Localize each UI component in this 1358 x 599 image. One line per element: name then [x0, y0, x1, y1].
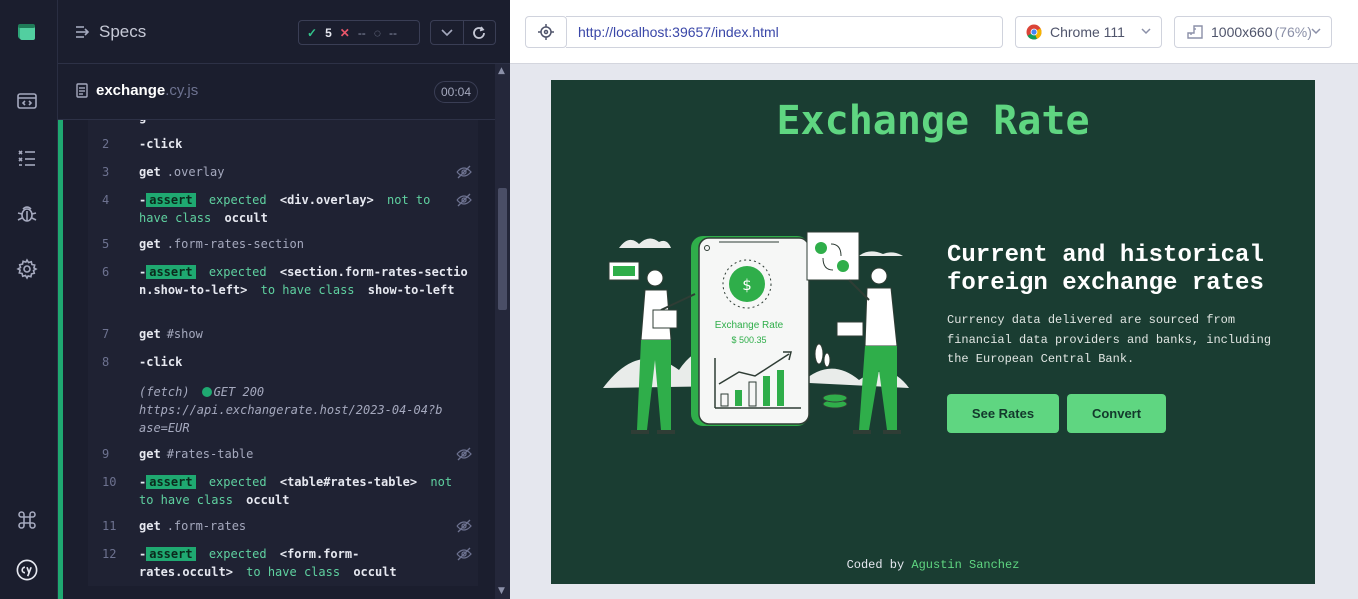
browser-select[interactable]: Chrome 111	[1015, 16, 1162, 48]
spec-file-ext: .cy.js	[165, 82, 199, 99]
passed-count: 5	[325, 25, 332, 40]
author-link[interactable]: Agustin Sanchez	[911, 558, 1019, 572]
chevron-down-icon	[1141, 28, 1151, 35]
spec-file-name: exchange	[96, 82, 166, 99]
check-icon: ✓	[307, 25, 318, 40]
run-stats: ✓ 5 ✕ -- ◌ --	[298, 20, 420, 45]
browser-name: Chrome 111	[1050, 24, 1125, 40]
status-dot-icon	[201, 387, 212, 397]
specs-list-icon[interactable]	[13, 143, 41, 171]
selector-playground-button[interactable]	[525, 16, 567, 48]
app-footer: Coded by Agustin Sanchez	[551, 558, 1315, 572]
app-logo-icon[interactable]	[13, 18, 41, 46]
app-title: Exchange Rate	[776, 98, 1090, 144]
svg-text:$: $	[742, 276, 752, 294]
eye-slash-icon	[456, 447, 472, 461]
header-controls	[430, 20, 496, 45]
failed-count: --	[357, 25, 366, 40]
keyboard-shortcuts-icon[interactable]	[13, 506, 41, 534]
eye-slash-icon	[456, 547, 472, 561]
exchange-illustration: $ Exchange Rate $ 500.35	[603, 231, 909, 434]
command-log: g 2 -click 3 get.overlay 4 -assert expec…	[58, 120, 498, 599]
eye-slash-icon	[456, 165, 472, 179]
spec-file-row: exchange.cy.js 00:04	[58, 64, 510, 120]
hero-heading: Current and historical foreign exchange …	[947, 242, 1264, 297]
chrome-icon	[1026, 24, 1042, 40]
app-preview: http://localhost:39657/index.html Chrome…	[510, 0, 1358, 599]
debug-bug-icon[interactable]	[13, 199, 41, 227]
convert-button[interactable]: Convert	[1067, 394, 1166, 433]
cross-icon: ✕	[339, 25, 350, 40]
crosshair-icon	[538, 24, 554, 40]
scroll-down-icon[interactable]: ▼	[498, 586, 505, 596]
pending-spinner-icon: ◌	[373, 25, 381, 40]
see-rates-button[interactable]: See Rates	[947, 394, 1059, 433]
viewport-select[interactable]: 1000x660 (76%)	[1174, 16, 1332, 48]
reporter-panel: Specs ✓5 ✕-- ◌-- exchange.cy.js 00:04 g	[58, 0, 510, 599]
rerun-button[interactable]	[464, 21, 496, 44]
chevron-down-icon	[441, 28, 453, 36]
illus-label: Exchange Rate	[715, 320, 784, 331]
specs-toggle[interactable]: Specs	[75, 22, 146, 42]
preview-toolbar: http://localhost:39657/index.html Chrome…	[510, 0, 1358, 64]
hero-description: Currency data delivered are sourced from…	[947, 313, 1272, 366]
app-under-test: Exchange Rate $ Exchange Rate $ 500.35 C…	[551, 80, 1315, 584]
specs-title: Specs	[99, 22, 147, 41]
menu-arrow-icon	[76, 26, 90, 38]
spec-file[interactable]: exchange.cy.js	[76, 82, 198, 99]
eye-slash-icon	[456, 193, 472, 207]
cypress-nav-sidebar	[0, 0, 58, 599]
duration-badge: 00:04	[434, 81, 478, 103]
viewport-size: 1000x660	[1211, 24, 1273, 40]
pending-count: --	[388, 25, 397, 40]
runs-icon[interactable]	[13, 87, 41, 115]
cypress-logo-icon[interactable]	[11, 554, 43, 586]
reporter-header: Specs ✓ 5 ✕ -- ◌ --	[58, 0, 510, 64]
refresh-icon	[473, 25, 486, 39]
command-list: g 2 -click 3 get.overlay 4 -assert expec…	[88, 120, 478, 586]
collapse-button[interactable]	[431, 21, 464, 44]
ruler-icon	[1187, 25, 1203, 39]
viewport-scale: (76%)	[1274, 24, 1312, 40]
command-log-scrollbar[interactable]: ▲ ▼	[495, 64, 510, 599]
illus-amount: $ 500.35	[731, 335, 766, 345]
file-icon	[76, 83, 88, 98]
scrollbar-thumb[interactable]	[498, 188, 507, 310]
url-field[interactable]: http://localhost:39657/index.html	[566, 16, 1003, 48]
footer-prefix: Coded by	[846, 558, 905, 572]
settings-gear-icon[interactable]	[13, 255, 41, 283]
chevron-down-icon	[1311, 28, 1321, 35]
scroll-up-icon[interactable]: ▲	[498, 66, 505, 76]
pass-indicator-bar	[58, 120, 63, 599]
eye-slash-icon	[456, 519, 472, 533]
